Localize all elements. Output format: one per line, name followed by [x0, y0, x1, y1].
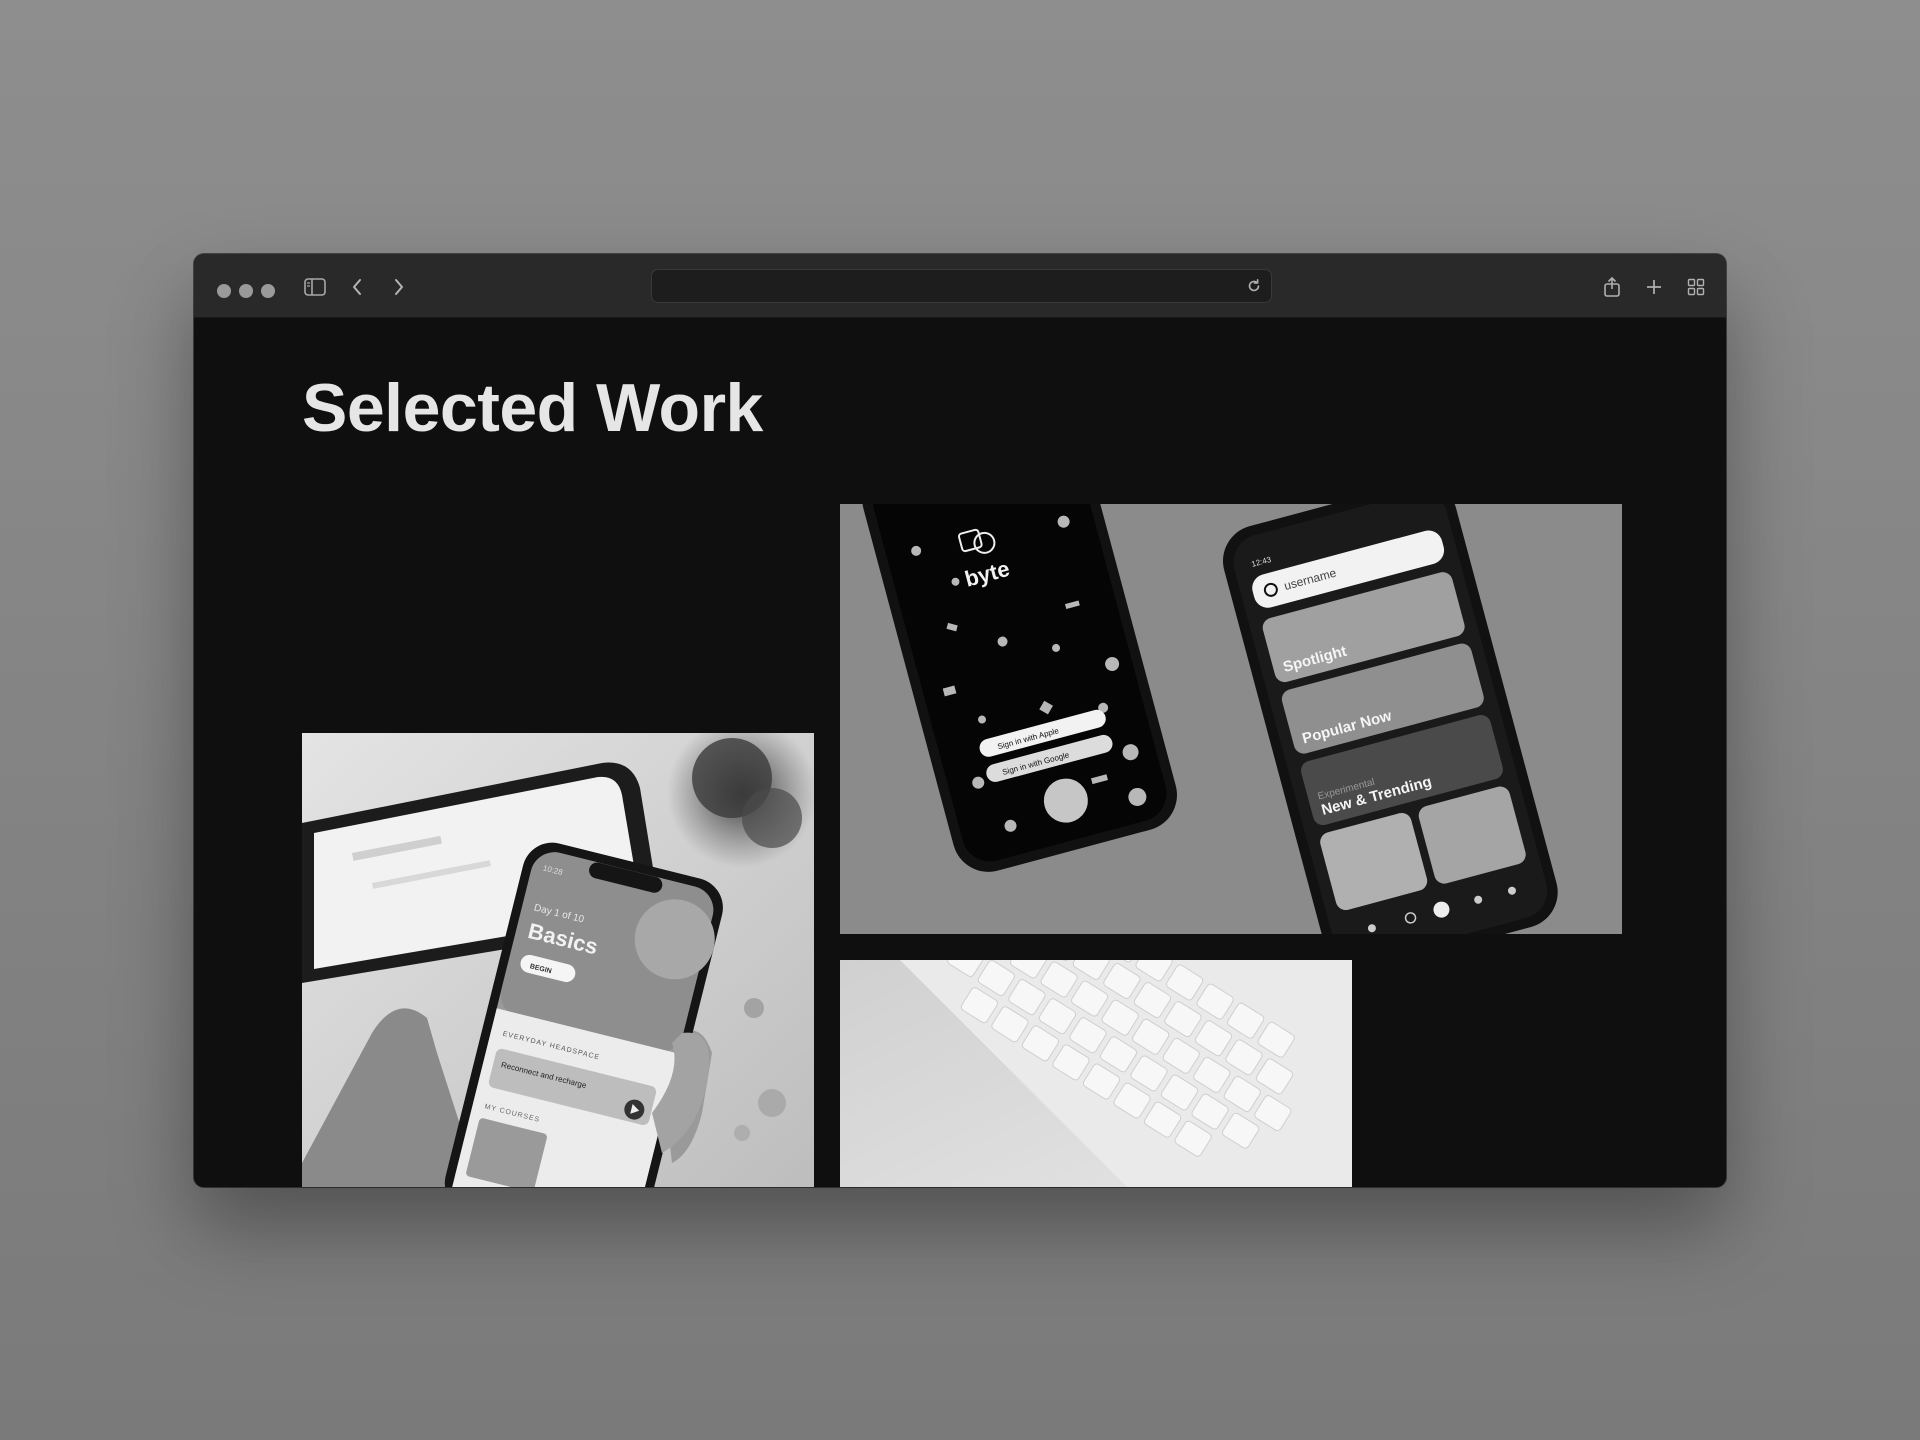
sidebar-icon[interactable] — [302, 274, 328, 300]
back-arrow-icon[interactable] — [344, 274, 370, 300]
page-title: Selected Work — [302, 370, 763, 446]
project-image-keyboard — [840, 960, 1352, 1187]
close-window-button[interactable] — [217, 284, 231, 298]
project-image-two-phones: byte Sign in with Apple Sign in with Goo… — [840, 504, 1622, 934]
share-icon[interactable] — [1599, 274, 1625, 300]
project-card-meditation-app[interactable]: 10:28 Day 1 of 10 Basics BEGIN EVERYDAY … — [302, 733, 814, 1187]
page-content: Selected Work 10:28 Day 1 of 10 Basics B… — [194, 319, 1726, 1187]
forward-arrow-icon[interactable] — [386, 274, 412, 300]
url-input[interactable] — [664, 276, 1224, 296]
window-controls — [217, 284, 275, 298]
minimize-window-button[interactable] — [239, 284, 253, 298]
tabs-grid-icon[interactable] — [1683, 274, 1709, 300]
browser-window: Selected Work 10:28 Day 1 of 10 Basics B… — [194, 254, 1726, 1187]
project-card-byte-app[interactable]: byte Sign in with Apple Sign in with Goo… — [840, 504, 1622, 934]
address-bar[interactable] — [651, 269, 1272, 303]
plus-icon[interactable] — [1641, 274, 1667, 300]
reload-icon[interactable] — [1245, 277, 1263, 295]
project-image-phone-in-hand: 10:28 Day 1 of 10 Basics BEGIN EVERYDAY … — [302, 733, 814, 1187]
project-card-keyboard[interactable] — [840, 960, 1352, 1187]
browser-toolbar — [194, 254, 1726, 318]
zoom-window-button[interactable] — [261, 284, 275, 298]
